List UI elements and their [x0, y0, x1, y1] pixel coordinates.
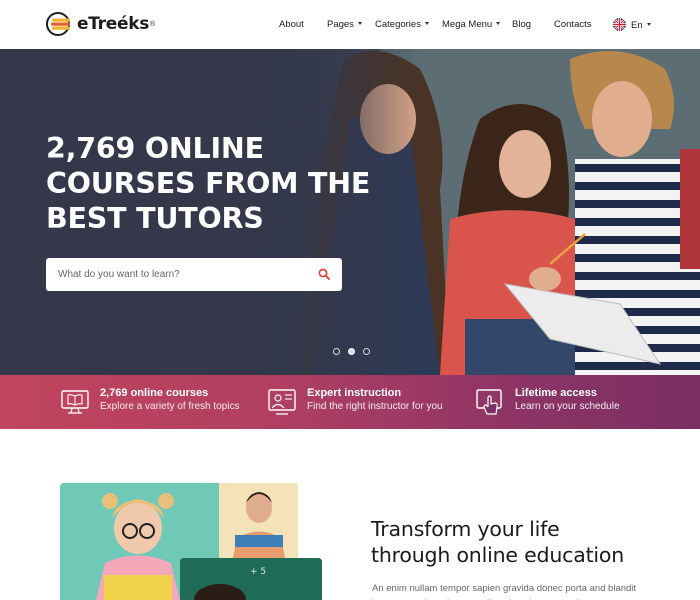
nav-contacts-label: Contacts	[554, 19, 592, 30]
chalkboard-student-photo: + 5	[180, 558, 322, 600]
chevron-down-icon	[646, 23, 651, 26]
books-logo-icon	[46, 12, 70, 36]
students-photo-collage: + 5	[60, 483, 322, 600]
course-search-input[interactable]	[58, 269, 298, 280]
nav-pages-label: Pages	[327, 19, 354, 30]
feature-expert-instruction: Expert instruction Find the right instru…	[267, 387, 443, 417]
chevron-down-icon	[496, 21, 501, 25]
language-label: En	[631, 20, 643, 32]
nav-categories-label: Categories	[375, 19, 421, 30]
feature-title: Lifetime access	[515, 387, 597, 399]
registered-mark: ®	[150, 20, 156, 28]
brand-name: eTreéks	[77, 14, 150, 34]
feature-subtitle: Find the right instructor for you	[307, 401, 443, 412]
about-heading-line: Transform your life	[371, 517, 560, 541]
feature-subtitle: Explore a variety of fresh topics	[100, 401, 240, 412]
hero-title-line: COURSES FROM THE	[46, 167, 371, 200]
search-icon[interactable]	[318, 268, 330, 280]
chevron-down-icon	[357, 21, 362, 25]
nav-categories[interactable]: Categories	[375, 19, 429, 30]
slider-dot[interactable]	[333, 348, 340, 355]
nav-contacts[interactable]: Contacts	[554, 19, 592, 30]
slider-dot[interactable]	[363, 348, 370, 355]
nav-mega-menu[interactable]: Mega Menu	[442, 19, 501, 30]
nav-pages[interactable]: Pages	[327, 19, 362, 30]
nav-mega-menu-label: Mega Menu	[442, 19, 493, 30]
features-band: 2,769 online courses Explore a variety o…	[0, 375, 700, 429]
about-heading-line: through online education	[371, 543, 625, 567]
nav-about-label: About	[279, 19, 304, 30]
hero-section: 2,769 ONLINE COURSES FROM THE BEST TUTOR…	[0, 49, 700, 375]
about-paragraph: An enim nullam tempor sapien gravida don…	[372, 583, 639, 600]
hero-title: 2,769 ONLINE COURSES FROM THE BEST TUTOR…	[46, 131, 370, 236]
feature-title: Expert instruction	[307, 387, 402, 399]
about-heading: Transform your life through online educa…	[371, 516, 624, 568]
language-selector[interactable]: En	[613, 18, 651, 32]
course-search-box	[46, 258, 342, 291]
feature-title: 2,769 online courses	[100, 387, 209, 399]
chevron-down-icon	[424, 21, 429, 25]
top-navbar: eTreéks ® About Pages Categories Mega Me…	[0, 0, 700, 49]
slider-pagination	[333, 348, 370, 355]
slider-dot-active[interactable]	[348, 348, 355, 355]
uk-flag-icon	[613, 18, 626, 31]
nav-about[interactable]: About	[279, 19, 304, 30]
feature-subtitle: Learn on your schedule	[515, 401, 620, 412]
lifetime-access-icon	[476, 389, 502, 415]
nav-blog[interactable]: Blog	[512, 19, 531, 30]
boy-reading-photo	[219, 483, 298, 558]
brand-logo[interactable]: eTreéks ®	[46, 12, 155, 36]
instructor-board-icon	[268, 389, 296, 415]
feature-online-courses: 2,769 online courses Explore a variety o…	[60, 387, 240, 417]
nav-blog-label: Blog	[512, 19, 532, 30]
hero-title-line: BEST TUTORS	[46, 202, 264, 235]
monitor-book-icon	[61, 390, 89, 414]
feature-lifetime-access: Lifetime access Learn on your schedule	[475, 387, 620, 417]
hero-title-line: 2,769 ONLINE	[46, 132, 264, 165]
svg-text:+ 5: + 5	[250, 567, 266, 577]
